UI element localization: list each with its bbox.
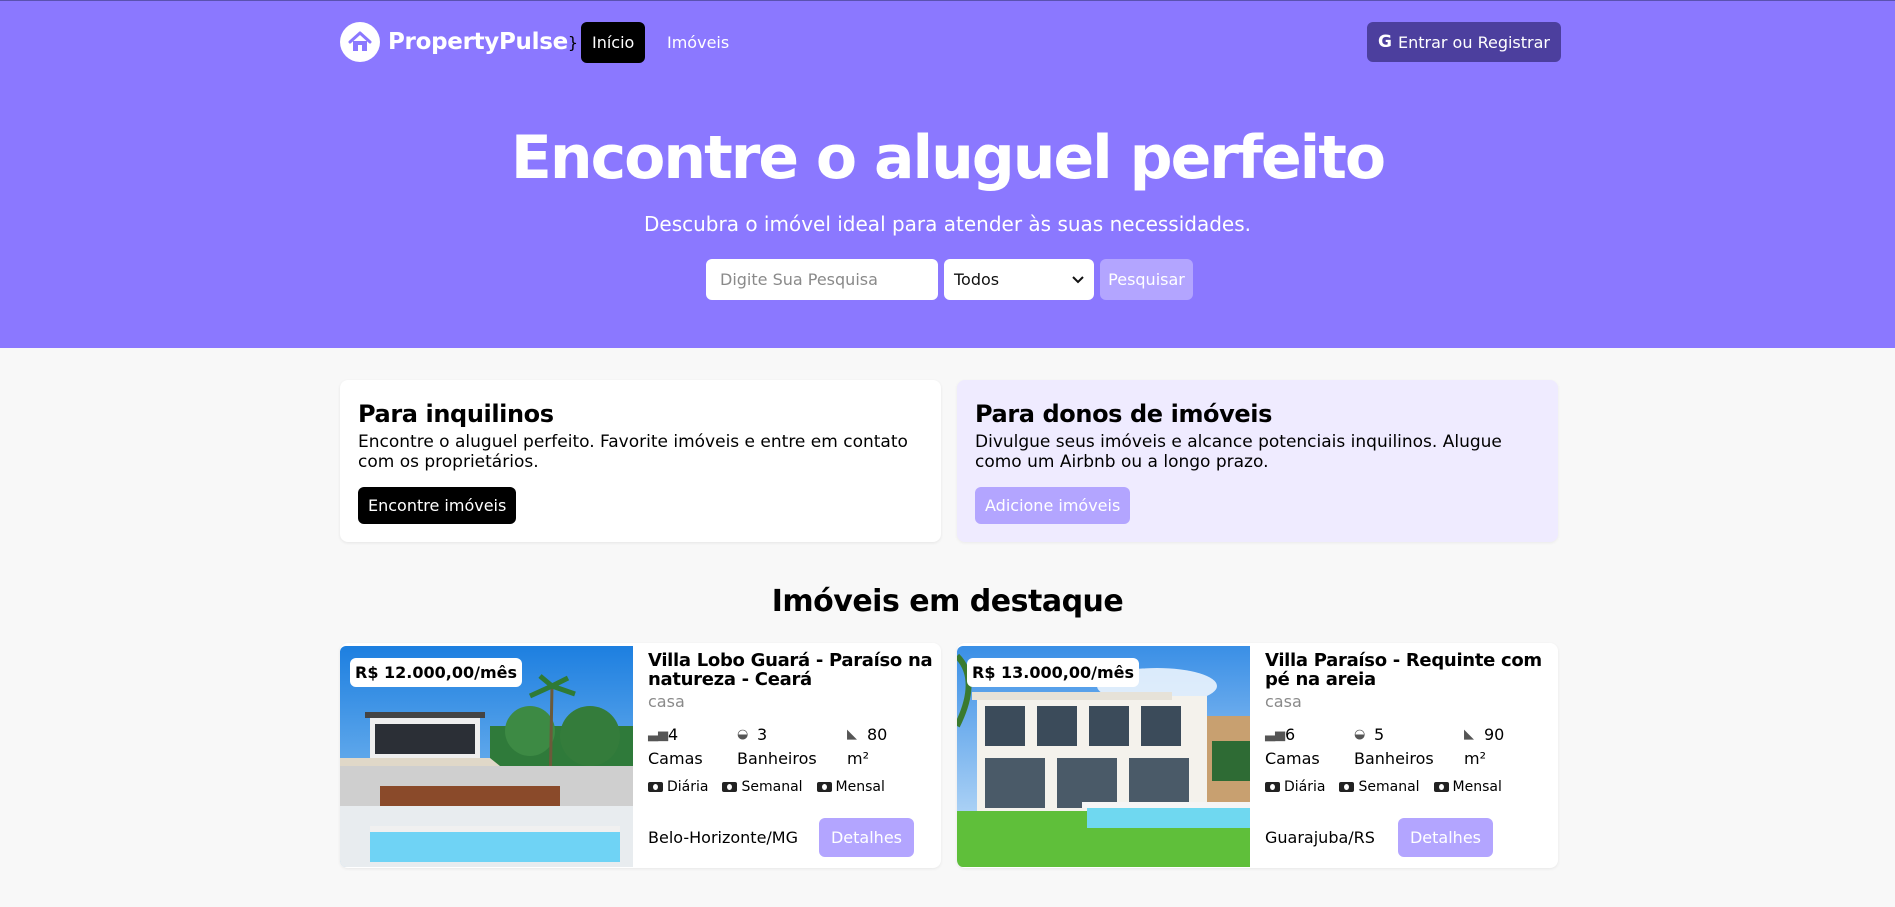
tenants-card: Para inquilinos Encontre o aluguel perfe… bbox=[340, 380, 941, 542]
property-location: Belo-Horizonte/MG bbox=[648, 828, 799, 847]
add-properties-button[interactable]: Adicione imóveis bbox=[975, 487, 1131, 524]
area-label: m² bbox=[1464, 749, 1486, 768]
tenants-title: Para inquilinos bbox=[358, 400, 554, 428]
tenants-text: Encontre o aluguel perfeito. Favorite im… bbox=[358, 432, 908, 472]
area-feature: ◣ 80 m² bbox=[847, 723, 887, 771]
brand-name: PropertyPulse bbox=[388, 29, 568, 55]
select-value: Todos bbox=[954, 270, 1000, 289]
ruler-icon: ◣ bbox=[847, 727, 857, 742]
money-icon bbox=[722, 782, 738, 792]
search-button[interactable]: Pesquisar bbox=[1100, 259, 1193, 300]
beds-label: Camas bbox=[1265, 749, 1320, 768]
property-title[interactable]: Villa Lobo Guará - Paraíso na natureza -… bbox=[648, 651, 933, 689]
price-badge: R$ 12.000,00/mês bbox=[350, 658, 522, 687]
bed-icon: ▃▅ bbox=[648, 727, 668, 742]
money-icon bbox=[648, 782, 663, 792]
details-button[interactable]: Detalhes bbox=[1398, 818, 1493, 857]
owners-title: Para donos de imóveis bbox=[975, 400, 1272, 428]
login-button[interactable]: G Entrar ou Registrar bbox=[1367, 22, 1561, 62]
price-badge: R$ 13.000,00/mês bbox=[967, 658, 1139, 687]
property-body: Villa Lobo Guará - Paraíso na natureza -… bbox=[648, 651, 933, 795]
area-feature: ◣ 90 m² bbox=[1464, 723, 1504, 771]
owners-card: Para donos de imóveis Divulgue seus imóv… bbox=[957, 380, 1558, 542]
chevron-down-icon bbox=[1072, 275, 1084, 283]
area-label: m² bbox=[847, 749, 869, 768]
property-location: Guarajuba/RS bbox=[1265, 828, 1375, 847]
hero-subtitle: Descubra o imóvel ideal para atender às … bbox=[644, 212, 1251, 236]
baths-feature: ◒ 5 Banheiros bbox=[1354, 723, 1464, 771]
property-card: R$ 12.000,00/mês Villa Lobo Guará - Para… bbox=[340, 643, 941, 868]
details-button[interactable]: Detalhes bbox=[819, 818, 914, 857]
beds-feature: ▃▅ 4 Camas bbox=[648, 723, 737, 771]
bath-icon: ◒ bbox=[1354, 727, 1366, 742]
ruler-icon: ◣ bbox=[1464, 727, 1474, 742]
property-title[interactable]: Villa Paraíso - Requinte com pé na areia bbox=[1265, 651, 1550, 689]
beds-feature: ▃▅ 6 Camas bbox=[1265, 723, 1354, 771]
rate-options: Diária Semanal Mensal bbox=[648, 779, 933, 795]
baths-feature: ◒ 3 Banheiros bbox=[737, 723, 847, 771]
bath-icon: ◒ bbox=[737, 727, 749, 742]
bed-icon: ▃▅ bbox=[1265, 727, 1285, 742]
find-properties-button[interactable]: Encontre imóveis bbox=[358, 487, 517, 524]
nav-properties[interactable]: Imóveis bbox=[656, 22, 740, 63]
property-type-select[interactable]: Todos bbox=[944, 259, 1094, 300]
login-label: Entrar ou Registrar bbox=[1397, 32, 1550, 52]
hero-section: PropertyPulse } Início Imóveis G Entrar … bbox=[0, 0, 1895, 348]
baths-label: Banheiros bbox=[1354, 749, 1434, 768]
baths-label: Banheiros bbox=[737, 749, 817, 768]
nav-home[interactable]: Início bbox=[581, 22, 646, 63]
brand[interactable]: PropertyPulse } bbox=[340, 21, 578, 63]
property-image[interactable]: R$ 13.000,00/mês bbox=[957, 646, 1250, 867]
hero-title: Encontre o aluguel perfeito bbox=[510, 123, 1386, 193]
search-input[interactable] bbox=[706, 259, 938, 300]
featured-title: Imóveis em destaque bbox=[771, 584, 1124, 619]
owners-text: Divulgue seus imóveis e alcance potencia… bbox=[975, 432, 1502, 472]
house-logo-icon bbox=[340, 22, 380, 62]
property-features: ▃▅ 6 Camas ◒ 5 Banheiros ◣ 90 m² bbox=[1265, 723, 1550, 771]
property-features: ▃▅ 4 Camas ◒ 3 Banheiros ◣ 80 m² bbox=[648, 723, 933, 771]
google-icon: G bbox=[1378, 32, 1392, 52]
property-type: casa bbox=[648, 692, 685, 711]
money-icon bbox=[1265, 782, 1280, 792]
property-footer: Guarajuba/RS Detalhes bbox=[1265, 818, 1550, 858]
property-card: R$ 13.000,00/mês Villa Paraíso - Requint… bbox=[957, 643, 1558, 868]
property-image[interactable]: R$ 12.000,00/mês bbox=[340, 646, 633, 867]
money-icon bbox=[1339, 782, 1355, 792]
money-icon bbox=[816, 782, 832, 792]
rate-options: Diária Semanal Mensal bbox=[1265, 779, 1550, 795]
property-footer: Belo-Horizonte/MG Detalhes bbox=[648, 818, 933, 858]
property-body: Villa Paraíso - Requinte com pé na areia… bbox=[1265, 651, 1550, 795]
money-icon bbox=[1433, 782, 1449, 792]
property-type: casa bbox=[1265, 692, 1302, 711]
navbar: PropertyPulse } Início Imóveis G Entrar … bbox=[340, 21, 1561, 65]
beds-label: Camas bbox=[648, 749, 703, 768]
